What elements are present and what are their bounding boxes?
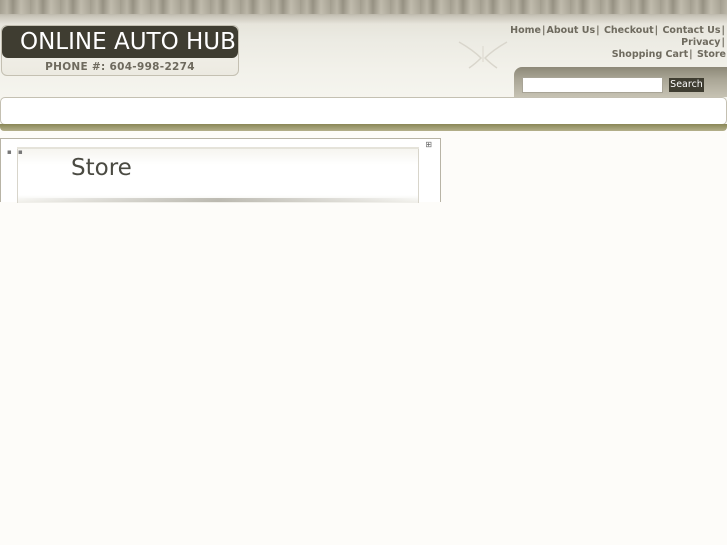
top-navigation: Home|About Us| Checkout| Contact Us| Pri… <box>476 25 726 61</box>
nav-shopping-cart[interactable]: Shopping Cart <box>612 49 688 60</box>
nav-privacy[interactable]: Privacy <box>681 37 720 48</box>
nav-contact-us[interactable]: Contact Us <box>662 25 720 36</box>
main-menu-bar <box>0 97 727 125</box>
nav-separator: | <box>689 49 693 60</box>
nav-checkout[interactable]: Checkout <box>604 25 654 36</box>
site-title[interactable]: ONLINE AUTO HUB <box>2 26 238 58</box>
content-panel: ▪ ▪ ⊞ <box>0 138 441 203</box>
phone-number: PHONE #: 604-998-2274 <box>45 61 195 73</box>
header-grunge-fade <box>0 14 727 24</box>
search-input[interactable] <box>522 77 663 93</box>
search-button[interactable]: Search <box>669 78 704 92</box>
nav-home[interactable]: Home <box>510 25 541 36</box>
bullet-icon: ▪ <box>7 148 12 156</box>
page-title: Store <box>71 155 132 181</box>
header: ONLINE AUTO HUB PHONE #: 604-998-2274 Ho… <box>0 0 727 100</box>
nav-separator: | <box>721 37 725 48</box>
nav-store[interactable]: Store <box>697 49 726 60</box>
header-grunge-border <box>0 0 727 14</box>
content-bottom-shadow <box>17 198 419 202</box>
nav-separator: | <box>721 25 725 36</box>
bullet-icon: ▪ <box>18 148 23 156</box>
nav-separator: | <box>654 25 659 36</box>
menu-underline <box>0 124 727 131</box>
nav-about-us[interactable]: About Us <box>546 25 595 36</box>
expand-icon[interactable]: ⊞ <box>425 140 432 149</box>
nav-separator: | <box>596 25 600 36</box>
